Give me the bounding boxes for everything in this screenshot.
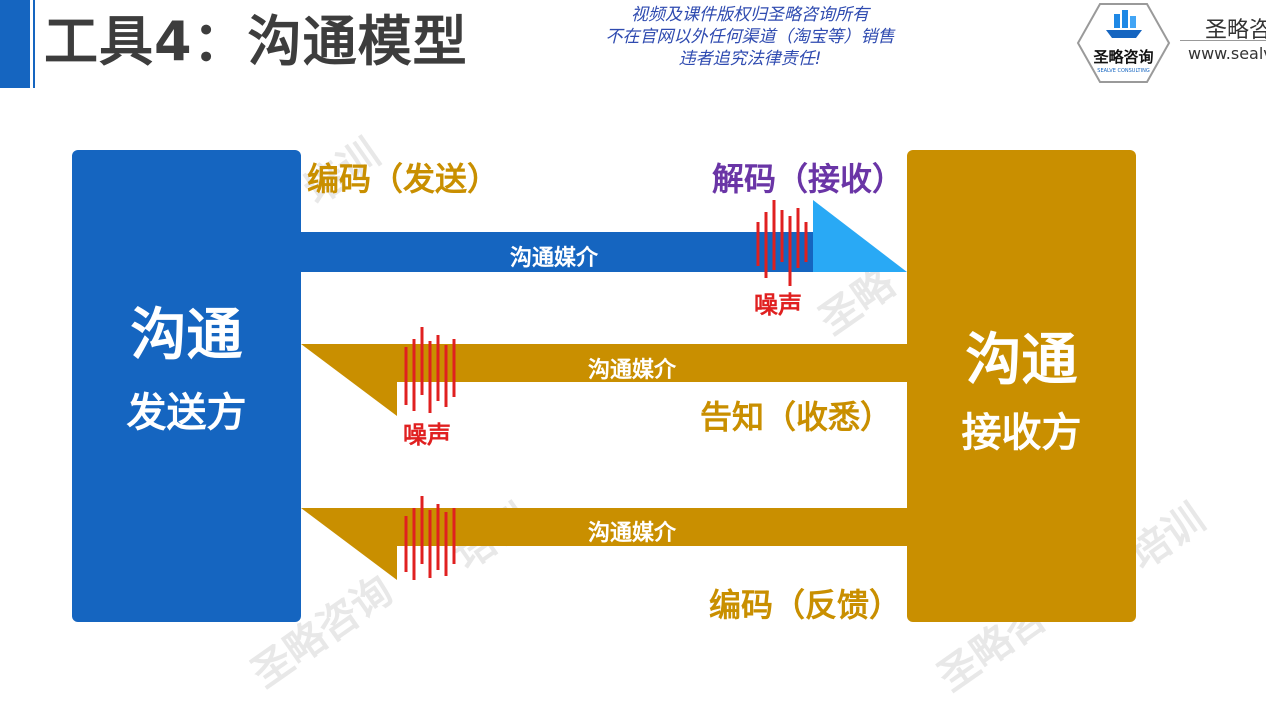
receiver-subtitle: 接收方 — [961, 410, 1082, 456]
forward-channel-arrow — [301, 200, 907, 272]
forward-channel-label: 沟通媒介 — [510, 246, 599, 271]
sender-subtitle: 发送方 — [126, 390, 247, 436]
noise-bars-acknowledge — [404, 327, 456, 413]
encode-send-label: 编码（发送） — [307, 160, 500, 198]
receiver-title: 沟通 — [965, 328, 1078, 393]
decode-receive-label: 解码（接收） — [712, 160, 905, 198]
noise-bars-forward — [756, 200, 808, 286]
feedback-channel-label: 沟通媒介 — [588, 521, 677, 546]
acknowledge-label: 告知（收悉） — [700, 398, 893, 436]
noise-bars-feedback — [404, 496, 456, 580]
sender-title: 沟通 — [130, 303, 243, 368]
receiver-box: 沟通 接收方 — [907, 150, 1136, 622]
noise-label-acknowledge: 噪声 — [403, 421, 451, 449]
noise-label-forward: 噪声 — [754, 291, 802, 319]
communication-model-diagram: 培训 圣略 培训 圣略咨询 培训 圣略咨 沟通 发送方 沟通 接收方 沟通媒介 … — [0, 0, 1266, 701]
sender-box: 沟通 发送方 — [72, 150, 301, 622]
encode-feedback-label: 编码（反馈） — [709, 586, 902, 624]
acknowledge-channel-label: 沟通媒介 — [588, 358, 677, 383]
